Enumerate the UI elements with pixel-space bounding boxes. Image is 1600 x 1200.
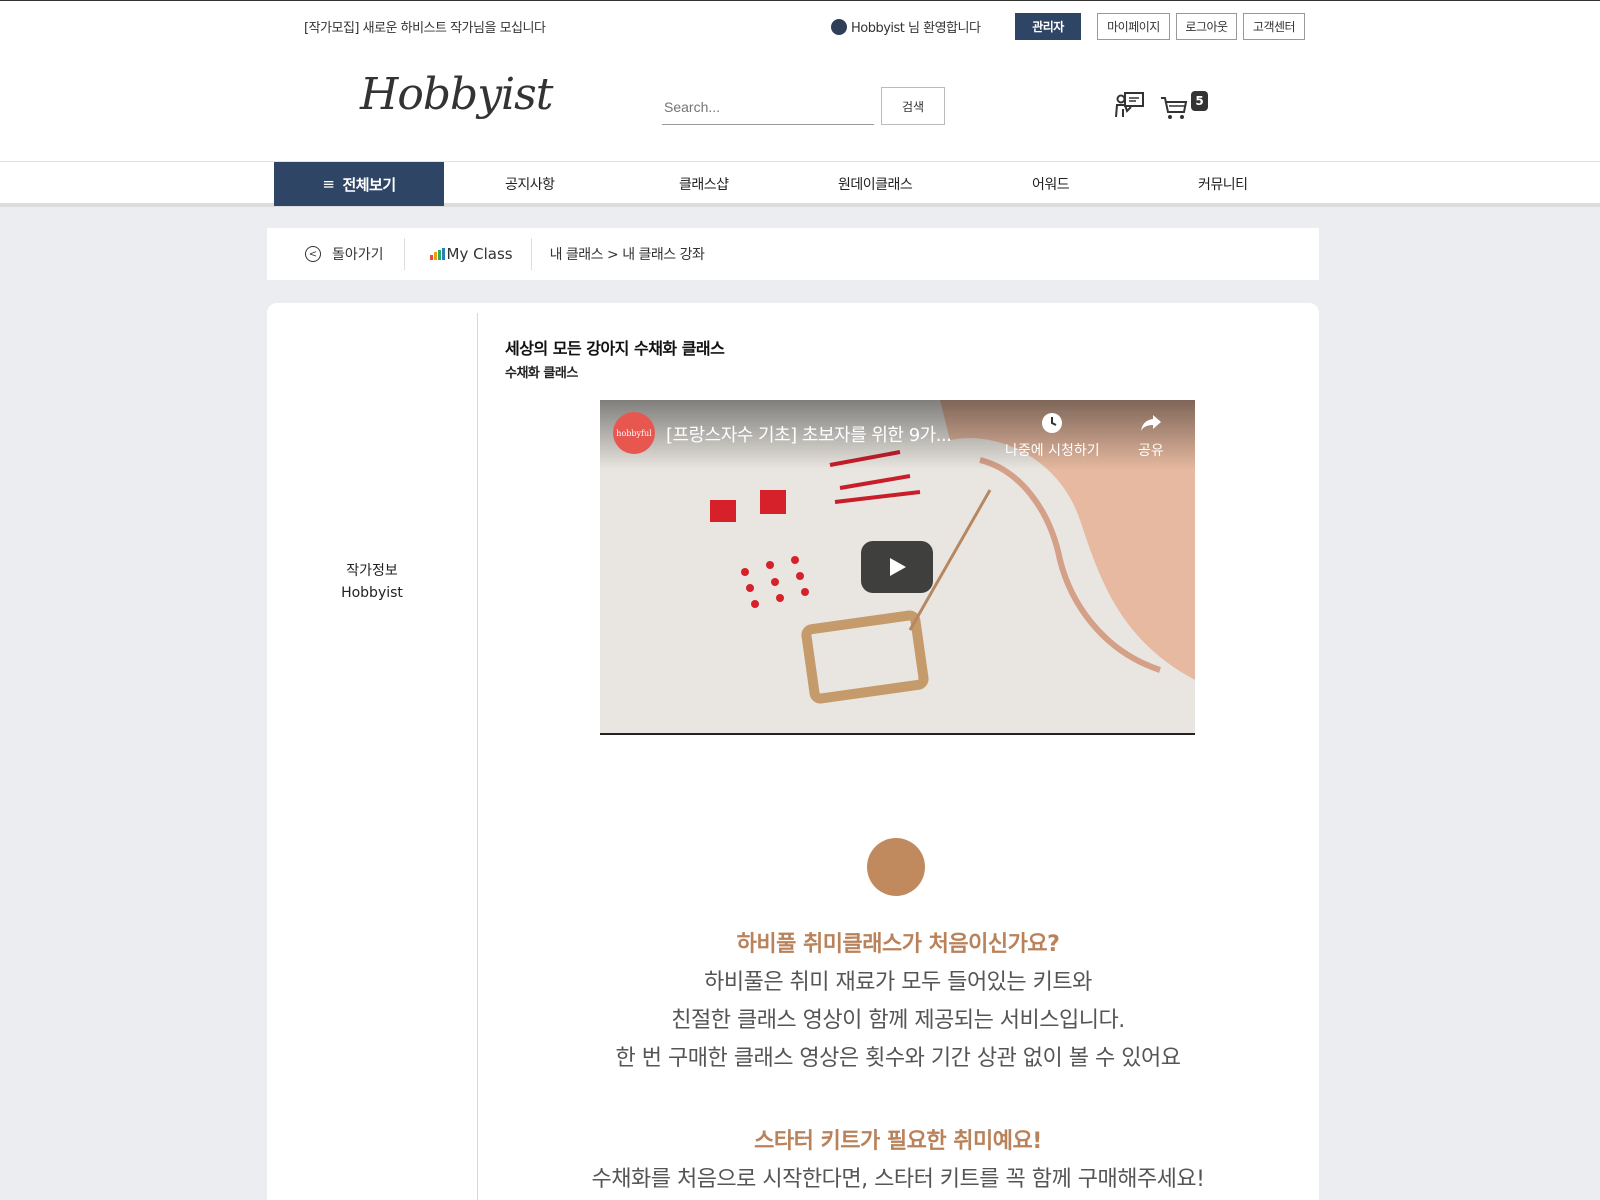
share-icon <box>1140 415 1161 431</box>
bar-chart-icon <box>429 248 446 260</box>
welcome-text: Hobbyist 님 환영합니다 <box>851 21 981 36</box>
author-info: 작가정보 Hobbyist <box>302 560 442 604</box>
nav-item-community[interactable]: 커뮤니티 <box>1198 162 1248 206</box>
promo-line-4: 수채화를 처음으로 시작한다면, 스타터 키트를 꼭 함께 구매해주세요! <box>591 1167 1206 1192</box>
nav-item-notice[interactable]: 공지사항 <box>505 162 555 206</box>
class-title: 세상의 모든 강아지 수채화 클래스 <box>505 339 725 358</box>
logout-button[interactable]: 로그아웃 <box>1176 13 1237 40</box>
breadcrumb-path: 내 클래스 > 내 클래스 강좌 <box>549 247 705 263</box>
back-arrow-icon: < <box>305 246 321 262</box>
nav-all-categories[interactable]: ≡ 전체보기 <box>274 162 444 206</box>
mypage-button[interactable]: 마이페이지 <box>1097 13 1170 40</box>
video-player[interactable]: hobbyful [프랑스자수 기초] 초보자를 위한 9가... 나중에 시청… <box>600 400 1195 735</box>
cart-count-badge: 5 <box>1191 91 1208 111</box>
user-avatar-icon <box>831 18 847 35</box>
watch-later-button[interactable]: 나중에 시청하기 <box>1005 412 1100 460</box>
nav-all-label: 전체보기 <box>342 175 396 194</box>
promo-accent-circle <box>867 838 925 896</box>
site-header: [작가모집] 새로운 하비스트 작가님을 모십니다 Hobbyist 님 환영합… <box>0 1 1600 161</box>
nav-item-oneday[interactable]: 원데이클래스 <box>838 162 913 206</box>
cart-icon[interactable] <box>1160 93 1188 121</box>
welcome-message: Hobbyist 님 환영합니다 <box>831 17 981 36</box>
promo-line-3: 한 번 구매한 클래스 영상은 횟수와 기간 상관 없이 볼 수 있어요 <box>615 1046 1181 1071</box>
main-nav: ≡ 전체보기 공지사항 클래스샵 원데이클래스 어워드 커뮤니티 <box>0 161 1600 207</box>
promo-line-2: 친절한 클래스 영상이 함께 제공되는 서비스입니다. <box>671 1008 1125 1033</box>
author-heading: 작가정보 <box>346 563 398 579</box>
nav-item-classshop[interactable]: 클래스샵 <box>679 162 729 206</box>
support-button[interactable]: 고객센터 <box>1243 13 1305 40</box>
channel-logo[interactable]: hobbyful <box>613 412 655 454</box>
breadcrumb: < 돌아가기 My Class 내 클래스 > 내 클래스 강좌 <box>267 228 1319 280</box>
share-button[interactable]: 공유 <box>1138 412 1164 460</box>
nav-item-award[interactable]: 어워드 <box>1032 162 1070 206</box>
promo-heading-starter-kit: 스타터 키트가 필요한 취미예요! <box>754 1129 1042 1154</box>
video-title[interactable]: [프랑스자수 기초] 초보자를 위한 9가... <box>666 421 952 447</box>
class-category: 수채화 클래스 <box>505 366 578 381</box>
play-icon <box>890 558 906 576</box>
recruit-notice-link[interactable]: [작가모집] 새로운 하비스트 작가님을 모십니다 <box>304 17 546 36</box>
play-button[interactable] <box>861 541 933 593</box>
admin-button[interactable]: 관리자 <box>1015 13 1081 40</box>
my-class-icon[interactable] <box>1115 91 1147 119</box>
hamburger-icon: ≡ <box>322 175 335 193</box>
watch-later-label: 나중에 시청하기 <box>1005 443 1100 459</box>
search-input[interactable] <box>662 89 874 125</box>
myclass-label: My Class <box>446 245 513 263</box>
promo-line-1: 하비풀은 취미 재료가 모두 들어있는 키트와 <box>704 970 1092 995</box>
site-logo[interactable]: Hobbyist <box>360 69 553 120</box>
back-button[interactable]: < 돌아가기 <box>267 238 405 270</box>
share-label: 공유 <box>1138 443 1164 459</box>
author-name[interactable]: Hobbyist <box>302 582 442 604</box>
back-label: 돌아가기 <box>332 247 384 263</box>
search-button[interactable]: 검색 <box>881 87 945 125</box>
promo-heading-first-time: 하비풀 취미클래스가 처음이신가요? <box>736 932 1060 957</box>
clock-icon <box>1042 413 1063 433</box>
myclass-link[interactable]: My Class <box>405 238 532 270</box>
